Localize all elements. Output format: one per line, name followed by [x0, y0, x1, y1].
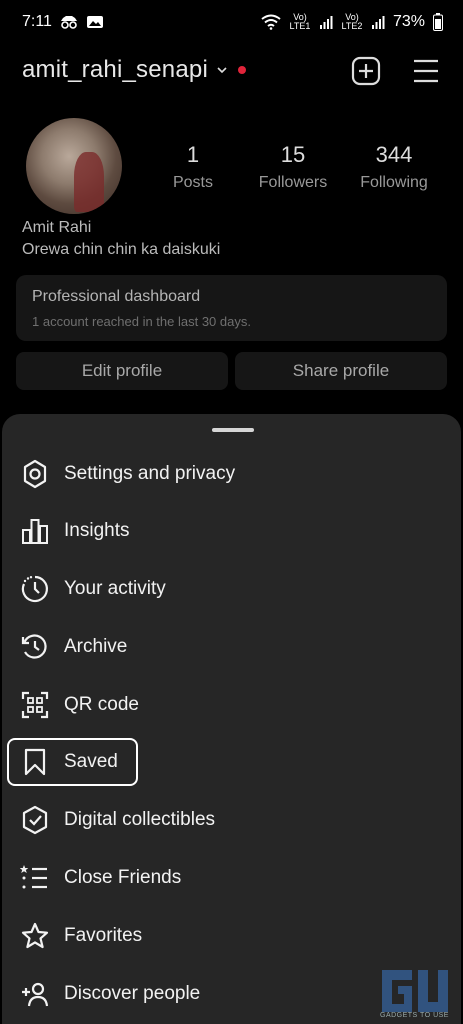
profile-header: amit_rahi_senapi: [0, 48, 463, 92]
menu-item-label: Saved: [64, 751, 118, 772]
posts-label: Posts: [172, 174, 213, 191]
bookmark-icon: [24, 748, 46, 776]
menu-item-close-friends[interactable]: Close Friends: [2, 852, 461, 904]
network-1-label: Vo) LTE1: [289, 12, 311, 31]
followers-count: 15: [280, 142, 306, 167]
settings-icon: [23, 459, 47, 489]
menu-item-label: Your activity: [64, 578, 166, 599]
status-right: Vo) LTE1 Vo) LTE2 73%: [261, 13, 443, 31]
notification-dot: [237, 66, 246, 74]
create-plus-icon[interactable]: [351, 56, 381, 86]
incognito-icon: [60, 16, 77, 29]
avatar[interactable]: [26, 118, 122, 214]
menu-item-label: Archive: [64, 636, 128, 657]
gadgets-to-use-logo: [382, 970, 448, 1012]
shield-check-icon: [22, 805, 48, 835]
dashboard-title: Professional dashboard: [32, 288, 201, 305]
menu-item-label: Close Friends: [64, 867, 182, 888]
menu-item-insights[interactable]: Insights: [2, 505, 461, 557]
close-friends-icon: [20, 865, 47, 889]
posts-stat[interactable]: 1 Posts: [148, 142, 238, 192]
share-profile-button[interactable]: Share profile: [235, 352, 447, 390]
followers-stat[interactable]: 15 Followers: [248, 142, 338, 192]
menu-item-settings-and-privacy[interactable]: Settings and privacy: [2, 448, 461, 500]
status-time: 7:11: [22, 13, 52, 30]
menu-item-label: Insights: [64, 520, 130, 541]
menu-item-qr-code[interactable]: QR code: [2, 679, 461, 731]
professional-dashboard[interactable]: Professional dashboard 1 account reached…: [16, 275, 447, 341]
add-person-icon: [22, 982, 49, 1007]
menu-item-label: Favorites: [64, 925, 143, 946]
status-left: 7:11: [22, 13, 104, 31]
edit-profile-button[interactable]: Edit profile: [16, 352, 228, 390]
dashboard-subtitle: 1 account reached in the last 30 days.: [32, 314, 251, 329]
following-stat[interactable]: 344 Following: [349, 142, 439, 192]
signal-1-icon: [319, 16, 333, 29]
battery-percent: 73%: [392, 13, 425, 30]
chevron-down-icon[interactable]: [216, 64, 228, 76]
username-switcher[interactable]: amit_rahi_senapi: [22, 56, 208, 84]
followers-label: Followers: [258, 174, 328, 191]
profile-bio: Orewa chin chin ka daiskuki: [22, 241, 221, 258]
signal-2-icon: [371, 16, 385, 29]
menu-item-label: Digital collectibles: [64, 809, 216, 830]
profile-name: Amit Rahi: [22, 219, 92, 236]
header-actions: [351, 56, 441, 86]
menu-item-your-activity[interactable]: Your activity: [2, 563, 461, 615]
options-bottom-sheet: Settings and privacy Insights Your activ…: [2, 414, 461, 1024]
wifi-icon: [261, 14, 281, 30]
following-count: 344: [375, 142, 413, 167]
menu-icon[interactable]: [411, 56, 441, 86]
menu-item-archive[interactable]: Archive: [2, 621, 461, 673]
menu-item-digital-collectibles[interactable]: Digital collectibles: [2, 794, 461, 846]
insights-icon: [22, 519, 48, 544]
menu-item-saved[interactable]: Saved: [2, 736, 461, 788]
menu-item-label: QR code: [64, 694, 139, 715]
posts-count: 1: [186, 142, 200, 167]
status-bar: 7:11 Vo) LTE1 Vo) LTE2 73%: [0, 0, 463, 44]
battery-icon: [433, 13, 443, 31]
network-2-label: Vo) LTE2: [341, 12, 363, 31]
menu-item-label: Discover people: [64, 983, 201, 1004]
sheet-drag-handle[interactable]: [212, 428, 254, 432]
watermark-text: GADGETS TO USE: [380, 1012, 449, 1019]
archive-icon: [21, 634, 47, 659]
menu-item-label: Settings and privacy: [64, 463, 236, 484]
activity-icon: [21, 575, 48, 603]
star-icon: [21, 922, 49, 949]
following-label: Following: [360, 174, 428, 191]
menu-item-favorites[interactable]: Favorites: [2, 910, 461, 962]
gallery-icon: [86, 16, 103, 28]
qr-code-icon: [21, 691, 49, 719]
